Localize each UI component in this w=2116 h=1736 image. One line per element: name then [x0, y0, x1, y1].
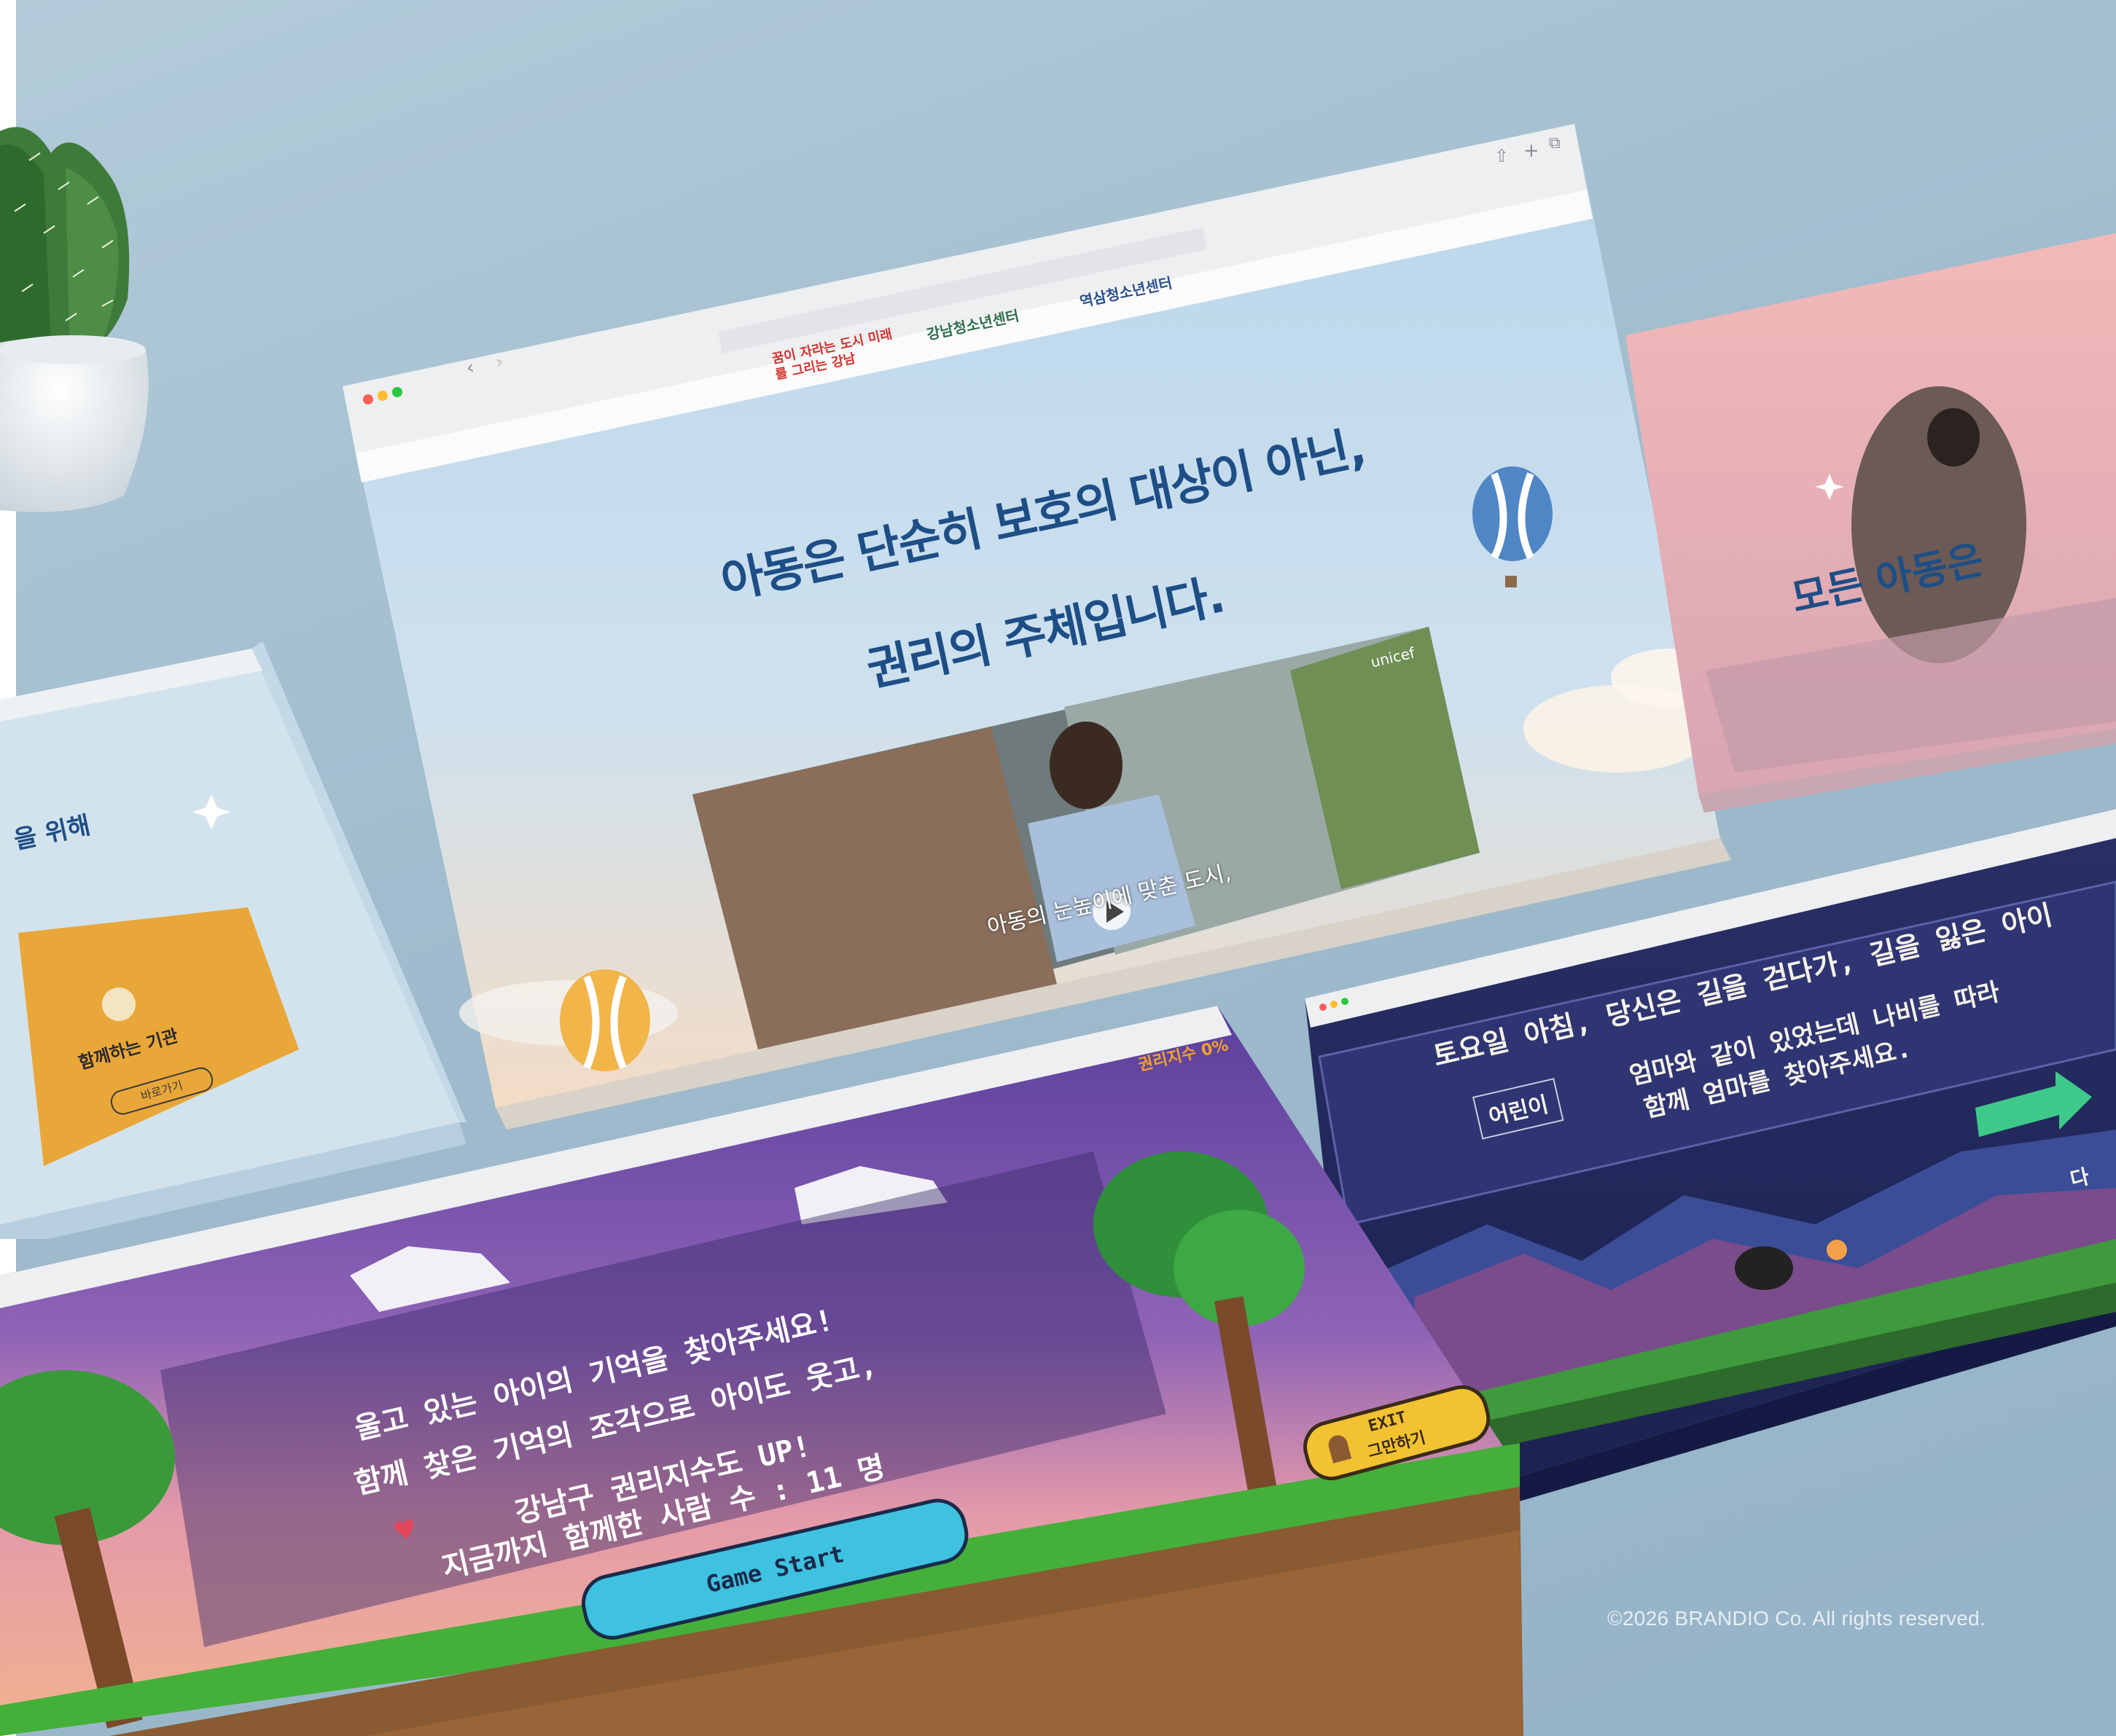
right-mockup-card: 모든 아동은	[1618, 219, 2116, 816]
door-icon	[1326, 1433, 1352, 1463]
new-tab-icon[interactable]: +	[1523, 140, 1539, 162]
video-play-button[interactable]	[1093, 893, 1131, 931]
share-icon[interactable]: ⇧	[1494, 146, 1509, 166]
cactus-plant-image	[0, 109, 168, 517]
copyright-footer: ©2026 BRANDIO Co. All rights reserved.	[1607, 1607, 1986, 1630]
tabs-icon[interactable]: ⧉	[1549, 134, 1561, 152]
pixel-game-browser-mockup: 권리지수 0% 울고 있는 아이의 기억을 찾아주세요! 함께 찾은 기억의 조…	[0, 1006, 1523, 1736]
mockup-scene: 을 위해 함께하는 기관 바로가기 꿈이 자라는 도시 미래를 그리는 강남 강…	[0, 0, 2116, 1736]
